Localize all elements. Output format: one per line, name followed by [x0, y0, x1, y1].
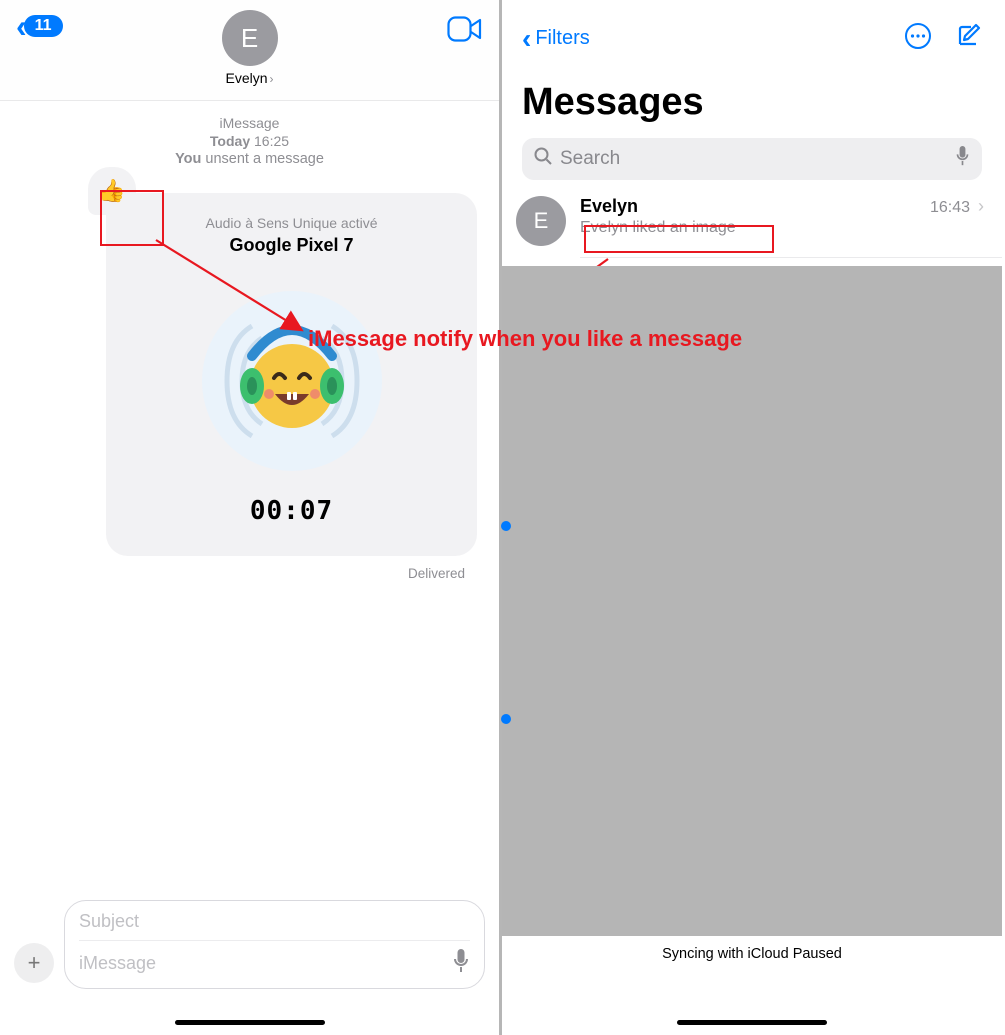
chevron-right-icon: › [270, 72, 274, 86]
timestamp: Today 16:25 [12, 133, 487, 149]
unread-badge: 11 [24, 15, 63, 37]
message-bubble-container: Audio à Sens Unique activé Google Pixel … [106, 193, 477, 556]
bubble-subtitle: Audio à Sens Unique activé [124, 215, 459, 231]
compose-button[interactable] [954, 22, 982, 55]
chevron-left-icon: ‹ [522, 25, 531, 53]
ellipsis-circle-icon [904, 22, 932, 50]
avatar: E [222, 10, 278, 66]
microphone-icon [452, 949, 470, 973]
microphone-icon [955, 146, 970, 166]
search-placeholder: Search [560, 148, 955, 170]
filters-button[interactable]: ‹ Filters [522, 25, 590, 53]
avatar: E [516, 196, 566, 246]
add-attachment-button[interactable]: + [14, 943, 54, 983]
annotation-box-reaction [100, 190, 164, 246]
messages-list-pane: ‹ Filters Messages Search [502, 0, 1002, 1035]
home-indicator[interactable] [677, 1020, 827, 1025]
more-button[interactable] [904, 22, 932, 55]
video-icon [447, 16, 483, 42]
audio-artwork [197, 286, 387, 476]
filters-label: Filters [535, 27, 589, 50]
plus-icon: + [28, 950, 41, 976]
row-name: Evelyn [580, 196, 638, 217]
row-time: 16:43 [930, 199, 970, 216]
contact-header[interactable]: E Evelyn› [222, 10, 278, 86]
compose-icon [954, 22, 982, 50]
search-icon [534, 147, 552, 171]
page-title: Messages [522, 81, 982, 124]
sync-status: Syncing with iCloud Paused [502, 946, 1002, 962]
dictation-button[interactable] [452, 949, 470, 978]
facetime-button[interactable] [447, 16, 483, 47]
contact-name: Evelyn› [222, 70, 278, 86]
conversation-header: ‹ 11 E Evelyn› [0, 0, 499, 101]
delivered-status: Delivered [12, 566, 465, 581]
message-bubble[interactable]: Audio à Sens Unique activé Google Pixel … [106, 193, 477, 556]
annotation-box-preview [584, 225, 774, 253]
redacted-list-block [502, 266, 1002, 936]
unsent-notice: You unsent a message [12, 151, 487, 167]
search-input[interactable]: Search [522, 138, 982, 180]
subject-input[interactable]: Subject [79, 911, 470, 941]
audio-timer: 00:07 [124, 496, 459, 526]
compose-field[interactable]: Subject iMessage [64, 900, 485, 989]
conversation-pane: ‹ 11 E Evelyn› iMessage Today 16:25 You … [0, 0, 502, 1035]
service-label: iMessage [12, 115, 487, 131]
home-indicator[interactable] [175, 1020, 325, 1025]
dictation-button[interactable] [955, 146, 970, 172]
annotation-text: iMessage notify when you like a message [308, 326, 742, 352]
message-input[interactable]: iMessage [79, 953, 156, 974]
back-button[interactable]: ‹ 11 [16, 10, 63, 42]
message-composer: + Subject iMessage [0, 900, 499, 989]
bubble-title: Google Pixel 7 [124, 235, 459, 256]
chevron-right-icon: › [978, 196, 984, 216]
